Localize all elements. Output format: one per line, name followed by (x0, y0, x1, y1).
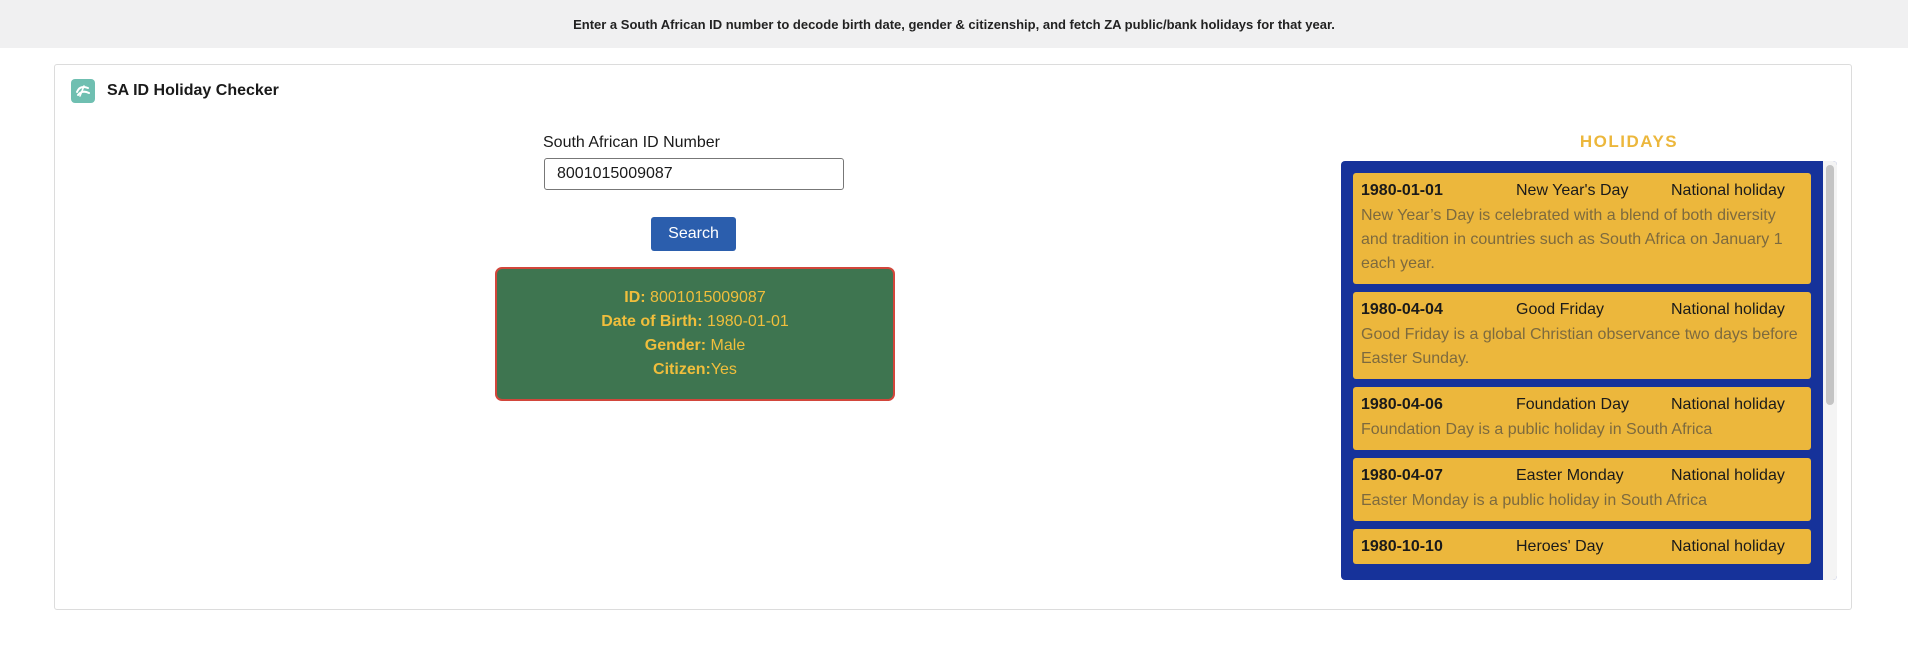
holidays-list-container[interactable]: 1980-01-01 New Year's Day National holid… (1341, 161, 1837, 580)
id-number-input[interactable] (544, 158, 844, 190)
app-header: SA ID Holiday Checker (71, 79, 279, 103)
holidays-heading: HOLIDAYS (1579, 132, 1679, 151)
holiday-date: 1980-04-04 (1361, 301, 1443, 318)
main-panel: SA ID Holiday Checker South African ID N… (54, 64, 1852, 610)
result-id-value: 8001015009087 (650, 289, 766, 306)
app-logo-icon (71, 79, 95, 103)
id-result-card: ID: 8001015009087 Date of Birth: 1980-01… (495, 267, 895, 401)
holiday-card: 1980-10-10 Heroes' Day National holiday (1353, 529, 1811, 564)
holiday-name: Foundation Day (1516, 396, 1629, 413)
holiday-date: 1980-04-07 (1361, 467, 1443, 484)
holidays-scrollbar[interactable] (1823, 161, 1837, 580)
result-id-line: ID: 8001015009087 (624, 286, 765, 310)
scrollbar-thumb[interactable] (1826, 165, 1834, 405)
holiday-description: New Year’s Day is celebrated with a blen… (1361, 207, 1783, 272)
holiday-card: 1980-04-07 Easter Monday National holida… (1353, 458, 1811, 521)
holiday-description: Easter Monday is a public holiday in Sou… (1361, 492, 1707, 509)
result-dob-label: Date of Birth: (601, 313, 703, 330)
holiday-name: Heroes' Day (1516, 538, 1604, 555)
holiday-type: National holiday (1671, 467, 1785, 484)
result-gender-value: Male (710, 337, 746, 354)
app-title: SA ID Holiday Checker (107, 82, 279, 99)
id-number-label: South African ID Number (543, 134, 720, 151)
holiday-date: 1980-01-01 (1361, 182, 1443, 199)
result-citizen-value: Yes (710, 361, 737, 378)
holiday-name: New Year's Day (1516, 182, 1629, 199)
holiday-name: Easter Monday (1516, 467, 1624, 484)
result-citizen-label: Citizen: (653, 361, 711, 378)
result-dob-value: 1980-01-01 (706, 313, 789, 330)
holiday-type: National holiday (1671, 396, 1785, 413)
result-dob-line: Date of Birth: 1980-01-01 (601, 310, 789, 334)
result-id-label: ID: (624, 289, 646, 306)
holiday-card: 1980-04-04 Good Friday National holiday … (1353, 292, 1811, 379)
holiday-description: Foundation Day is a public holiday in So… (1361, 421, 1713, 438)
holiday-type: National holiday (1671, 182, 1785, 199)
holiday-name: Good Friday (1516, 301, 1605, 318)
banner-text: Enter a South African ID number to decod… (573, 16, 1335, 32)
holiday-card: 1980-01-01 New Year's Day National holid… (1353, 173, 1811, 284)
holiday-type: National holiday (1671, 301, 1785, 318)
holiday-description: Good Friday is a global Christian observ… (1361, 326, 1798, 367)
result-gender-label: Gender: (644, 337, 707, 354)
info-banner: Enter a South African ID number to decod… (0, 0, 1908, 48)
result-gender-line: Gender: Male (645, 334, 745, 358)
holiday-type: National holiday (1671, 538, 1785, 555)
result-citizen-line: Citizen:Yes (653, 358, 737, 382)
holiday-date: 1980-10-10 (1361, 538, 1443, 555)
holiday-card: 1980-04-06 Foundation Day National holid… (1353, 387, 1811, 450)
search-button[interactable]: Search (651, 217, 736, 251)
holiday-date: 1980-04-06 (1361, 396, 1443, 413)
holiday-list: 1980-01-01 New Year's Day National holid… (1353, 173, 1811, 572)
